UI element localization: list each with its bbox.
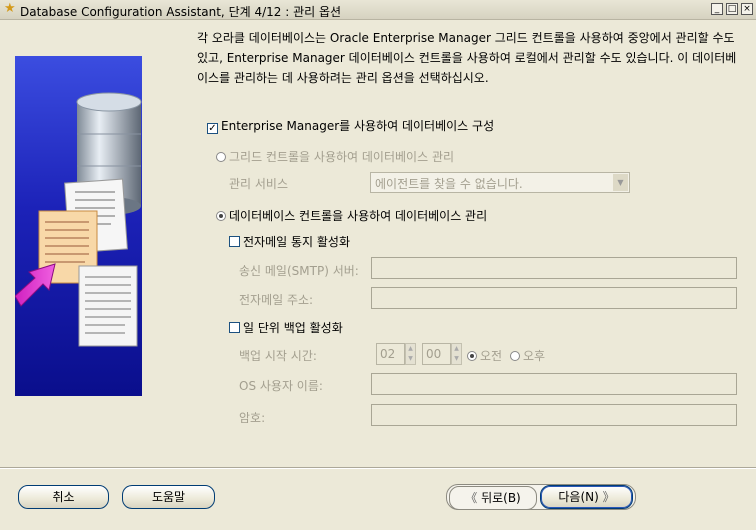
maximize-button[interactable]: □: [726, 3, 738, 15]
backup-minute-value: 00: [426, 347, 442, 361]
email-notify-checkbox[interactable]: 전자메일 통지 활성화: [229, 233, 350, 250]
back-button[interactable]: 《 뒤로(B): [449, 486, 537, 510]
pm-label: 오후: [523, 349, 546, 363]
db-control-label: 데이터베이스 컨트롤을 사용하여 데이터베이스 관리: [229, 209, 488, 223]
footer-divider: [0, 467, 756, 469]
email-address-label: 전자메일 주소:: [239, 293, 314, 307]
management-service-value: 에이전트를 찾을 수 없습니다.: [375, 177, 523, 191]
password-label: 암호:: [239, 411, 266, 425]
chevron-right-icon: 》: [598, 490, 615, 504]
os-user-input[interactable]: [371, 373, 737, 395]
em-config-checkbox[interactable]: ✓ Enterprise Manager를 사용하여 데이터베이스 구성: [207, 117, 494, 134]
os-user-label: OS 사용자 이름:: [239, 379, 323, 393]
management-service-label: 관리 서비스: [229, 177, 289, 191]
chevron-left-icon: 《: [465, 491, 482, 505]
db-control-radio[interactable]: 데이터베이스 컨트롤을 사용하여 데이터베이스 관리: [216, 207, 487, 224]
hour-spinner-icon[interactable]: ▲ ▼: [405, 343, 416, 365]
app-icon: ★: [4, 1, 16, 16]
next-button[interactable]: 다음(N) 》: [540, 485, 633, 509]
backup-hour-input[interactable]: 02: [376, 343, 405, 365]
pm-radio[interactable]: 오후: [510, 347, 545, 364]
backup-minute-input[interactable]: 00: [422, 343, 451, 365]
backup-time-label: 백업 시작 시간:: [239, 349, 317, 363]
grid-control-radio[interactable]: 그리드 컨트롤을 사용하여 데이터베이스 관리: [216, 148, 454, 165]
pm-radio-icon[interactable]: [510, 351, 520, 361]
am-label: 오전: [480, 349, 503, 363]
email-notify-check-icon[interactable]: [229, 236, 240, 247]
title-bar: ★ Database Configuration Assistant, 단계 4…: [0, 0, 756, 20]
cancel-button[interactable]: 취소: [18, 485, 109, 509]
am-radio-icon[interactable]: [467, 351, 477, 361]
smtp-server-input[interactable]: [371, 257, 737, 279]
database-illustration-icon: [15, 92, 142, 347]
back-label: 뒤로(B): [481, 491, 521, 505]
minimize-button[interactable]: _: [711, 3, 723, 15]
email-address-input[interactable]: [371, 287, 737, 309]
dialog-window: ★ Database Configuration Assistant, 단계 4…: [0, 0, 756, 530]
minute-spinner-icon[interactable]: ▲ ▼: [451, 343, 462, 365]
help-button[interactable]: 도움말: [122, 485, 215, 509]
password-input[interactable]: [371, 404, 737, 426]
db-control-radio-icon[interactable]: [216, 211, 226, 221]
daily-backup-check-icon[interactable]: [229, 322, 240, 333]
daily-backup-checkbox[interactable]: 일 단위 백업 활성화: [229, 319, 343, 336]
email-notify-label: 전자메일 통지 활성화: [243, 235, 350, 249]
chevron-down-icon[interactable]: ▼: [613, 174, 628, 191]
em-config-label: Enterprise Manager를 사용하여 데이터베이스 구성: [221, 119, 495, 133]
description-text: 각 오라클 데이터베이스는 Oracle Enterprise Manager …: [197, 31, 737, 85]
smtp-server-label: 송신 메일(SMTP) 서버:: [239, 264, 359, 278]
am-radio[interactable]: 오전: [467, 347, 502, 364]
daily-backup-label: 일 단위 백업 활성화: [243, 321, 343, 335]
window-title: Database Configuration Assistant, 단계 4/1…: [20, 5, 342, 19]
management-service-select[interactable]: 에이전트를 찾을 수 없습니다. ▼: [370, 172, 630, 193]
grid-control-label: 그리드 컨트롤을 사용하여 데이터베이스 관리: [229, 150, 455, 164]
close-button[interactable]: ×: [741, 3, 753, 15]
next-label: 다음(N): [558, 490, 599, 504]
em-config-check-icon[interactable]: ✓: [207, 123, 218, 134]
grid-control-radio-icon[interactable]: [216, 152, 226, 162]
wizard-illustration: [15, 56, 142, 396]
backup-hour-value: 02: [380, 347, 396, 361]
